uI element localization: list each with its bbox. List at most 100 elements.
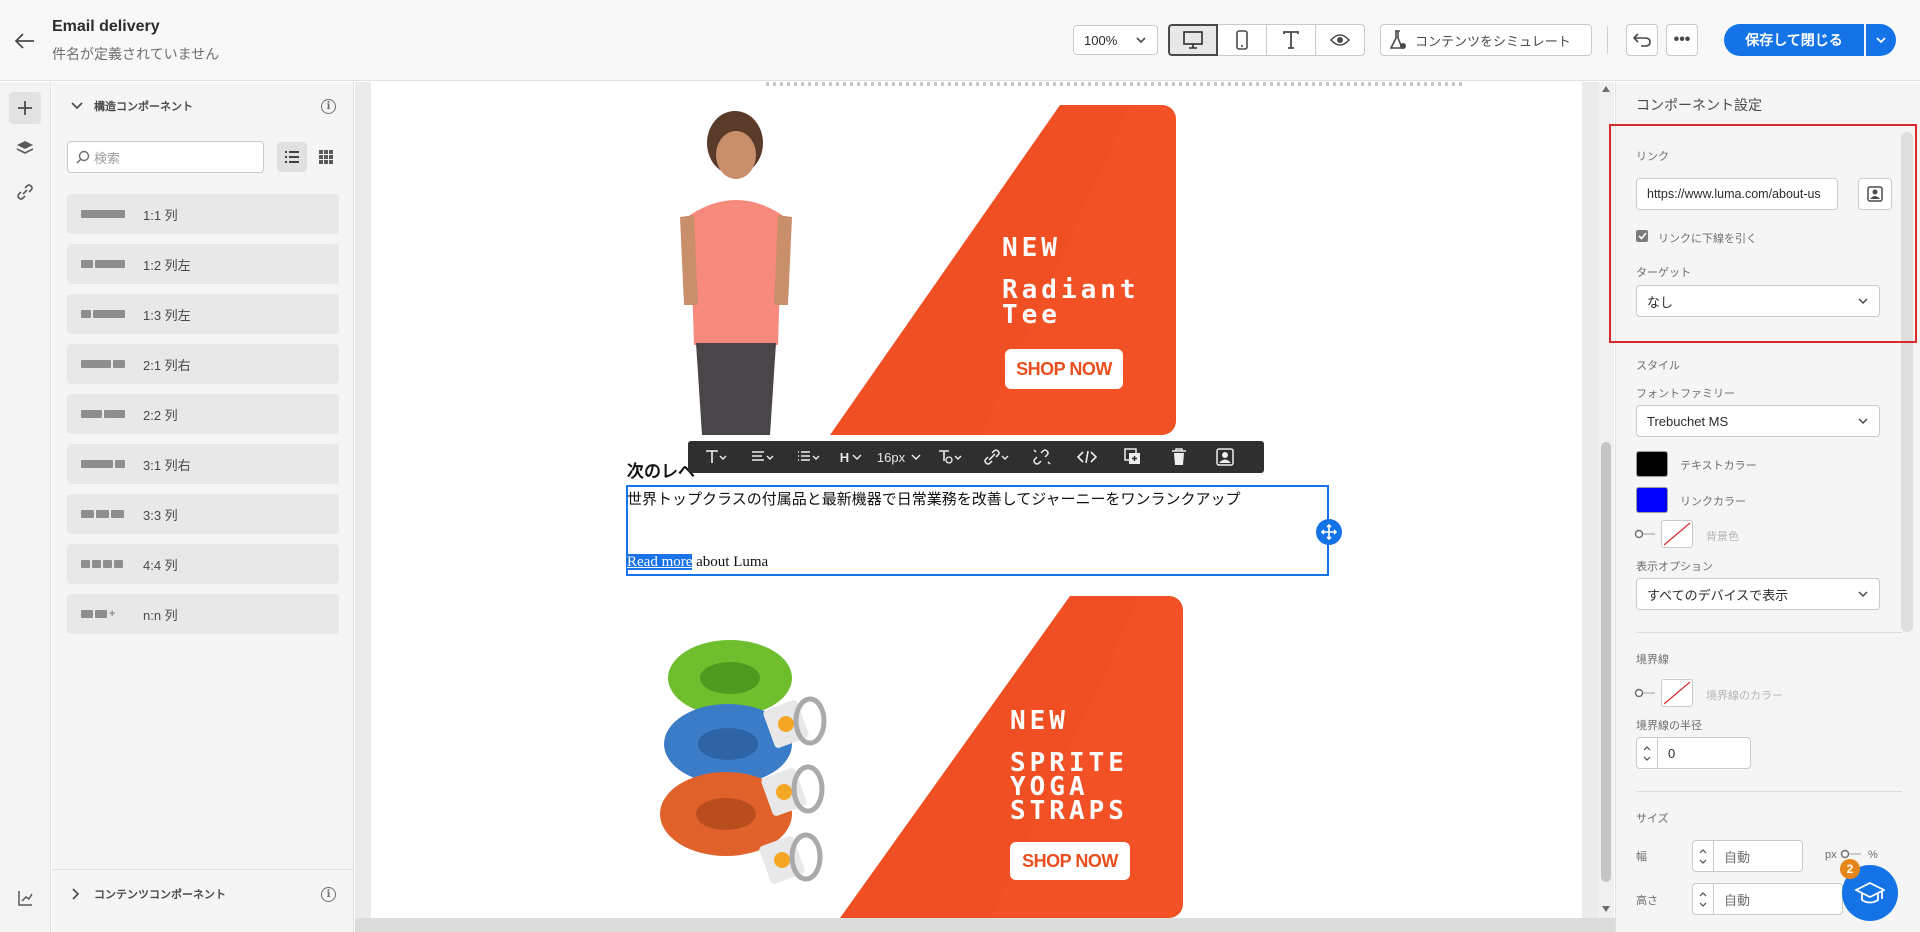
personalize-button[interactable] (1202, 441, 1248, 473)
links-tab[interactable] (9, 176, 41, 208)
border-radius-input[interactable]: 0 (1657, 737, 1751, 769)
banner-sprite-yoga-straps[interactable]: NEW SPRITE YOGA STRAPS SHOP NOW (650, 596, 1183, 918)
unit-toggle[interactable] (1840, 849, 1862, 859)
link-color-swatch[interactable] (1636, 487, 1668, 513)
text-icon (1283, 31, 1299, 49)
align-button[interactable] (740, 441, 786, 473)
border-radius-label: 境界線の半径 (1636, 720, 1702, 732)
width-input[interactable]: 自動 (1713, 840, 1803, 872)
preview-button[interactable] (1315, 24, 1365, 56)
align-left-icon (752, 451, 774, 461)
info-icon[interactable]: i (321, 99, 336, 114)
layers-tab[interactable] (9, 132, 41, 164)
font-size-value: 16px (876, 449, 906, 465)
more-options-button[interactable]: ••• (1666, 24, 1698, 56)
divider (1636, 632, 1902, 633)
border-color-swatch[interactable] (1661, 679, 1693, 707)
chevron-right-icon (72, 888, 80, 900)
text-format-toolbar: H 16px (688, 441, 1264, 473)
component-1-3-column-left[interactable]: 1:3 列左 (67, 294, 339, 334)
simulate-content-button[interactable]: コンテンツをシミュレート (1380, 24, 1592, 56)
component-2-2-column[interactable]: 2:2 列 (67, 394, 339, 434)
n-columns-icon: + (81, 607, 131, 621)
highlight-frame (1609, 124, 1917, 343)
width-stepper[interactable] (1692, 840, 1714, 872)
banner2-shop-now-button[interactable]: SHOP NOW (1010, 842, 1130, 880)
chevron-down-icon (1876, 37, 1886, 44)
duplicate-button[interactable] (1110, 441, 1156, 473)
three-columns-icon (81, 507, 131, 521)
code-button[interactable] (1064, 441, 1110, 473)
component-1-2-column-left[interactable]: 1:2 列左 (67, 244, 339, 284)
height-input[interactable]: 自動 (1713, 883, 1843, 915)
banner2-line1: NEW (1010, 706, 1069, 736)
display-options-select[interactable]: すべてのデバイスで表示 (1636, 578, 1880, 610)
search-placeholder: 検索 (94, 150, 121, 166)
text-style-button[interactable] (694, 441, 740, 473)
width-value: 自動 (1724, 849, 1751, 865)
component-4-4-column[interactable]: 4:4 列 (67, 544, 339, 584)
two-equal-columns-icon (81, 407, 131, 421)
font-size-button[interactable]: 16px (870, 441, 928, 473)
read-more-link[interactable]: Read more (627, 554, 693, 570)
layers-icon (16, 141, 34, 154)
component-label: 1:3 列左 (143, 307, 191, 323)
height-value: 自動 (1724, 892, 1751, 908)
border-radius-stepper[interactable] (1636, 737, 1658, 769)
text-color-swatch[interactable] (1636, 451, 1668, 477)
add-block-handle[interactable] (1316, 519, 1342, 545)
list-view-button[interactable] (277, 142, 307, 172)
width-unit-px: px (1825, 849, 1837, 861)
back-arrow-icon[interactable] (10, 26, 40, 56)
component-3-1-column-right[interactable]: 3:1 列右 (67, 444, 339, 484)
chevron-up-icon (1699, 848, 1707, 853)
font-family-select[interactable]: Trebuchet MS (1636, 405, 1880, 437)
heading-button[interactable]: H (832, 441, 870, 473)
header-divider (1607, 26, 1608, 54)
save-and-close-button[interactable]: 保存して閉じる (1724, 24, 1864, 56)
component-2-1-column-right[interactable]: 2:1 列右 (67, 344, 339, 384)
banner1-shop-now-button[interactable]: SHOP NOW (1005, 349, 1123, 389)
plus-icon (18, 101, 32, 115)
components-tab[interactable] (9, 92, 41, 124)
mobile-view-button[interactable] (1217, 24, 1267, 56)
search-input[interactable]: 検索 (67, 141, 264, 173)
undo-button[interactable] (1626, 24, 1658, 56)
grid-view-button[interactable] (311, 142, 341, 172)
canvas-bottom-edge (355, 918, 1615, 932)
component-label: 1:1 列 (143, 207, 178, 223)
eye-icon (1330, 34, 1350, 46)
bg-color-toggle[interactable] (1634, 529, 1656, 539)
bg-color-swatch[interactable] (1661, 520, 1693, 548)
component-1-1-column[interactable]: 1:1 列 (67, 194, 339, 234)
list-button[interactable] (786, 441, 832, 473)
info-icon[interactable]: i (321, 887, 336, 902)
banner-radiant-tee[interactable]: NEW Radiant Tee SHOP NOW (650, 105, 1176, 435)
zoom-select[interactable]: 100% (1073, 25, 1158, 55)
desktop-view-button[interactable] (1168, 24, 1218, 56)
settings-rail-button[interactable] (9, 882, 41, 914)
insert-link-button[interactable] (974, 441, 1020, 473)
unlink-button[interactable] (1020, 441, 1064, 473)
one-column-icon (81, 207, 131, 221)
chevron-up-icon (1699, 891, 1707, 896)
delete-button[interactable] (1156, 441, 1202, 473)
width-unit-percent: % (1868, 849, 1878, 861)
simulate-label: コンテンツをシミュレート (1415, 33, 1571, 49)
content-components-header[interactable]: コンテンツコンポーネント i (52, 869, 354, 917)
flask-icon (1389, 30, 1406, 49)
page-title: Email delivery (52, 18, 160, 35)
search-icon (76, 150, 90, 164)
text-view-button[interactable] (1266, 24, 1316, 56)
chevron-down-icon (1699, 859, 1707, 864)
structure-components-header[interactable]: 構造コンポーネント i (52, 82, 354, 130)
text-color-button[interactable] (928, 441, 974, 473)
scroll-down-icon (1602, 906, 1610, 912)
height-stepper[interactable] (1692, 883, 1714, 915)
component-label: 4:4 列 (143, 557, 178, 573)
canvas-scroll-thumb[interactable] (1601, 442, 1611, 882)
border-color-toggle[interactable] (1634, 688, 1656, 698)
component-3-3-column[interactable]: 3:3 列 (67, 494, 339, 534)
component-n-n-column[interactable]: + n:n 列 (67, 594, 339, 634)
save-options-dropdown[interactable] (1866, 24, 1896, 56)
